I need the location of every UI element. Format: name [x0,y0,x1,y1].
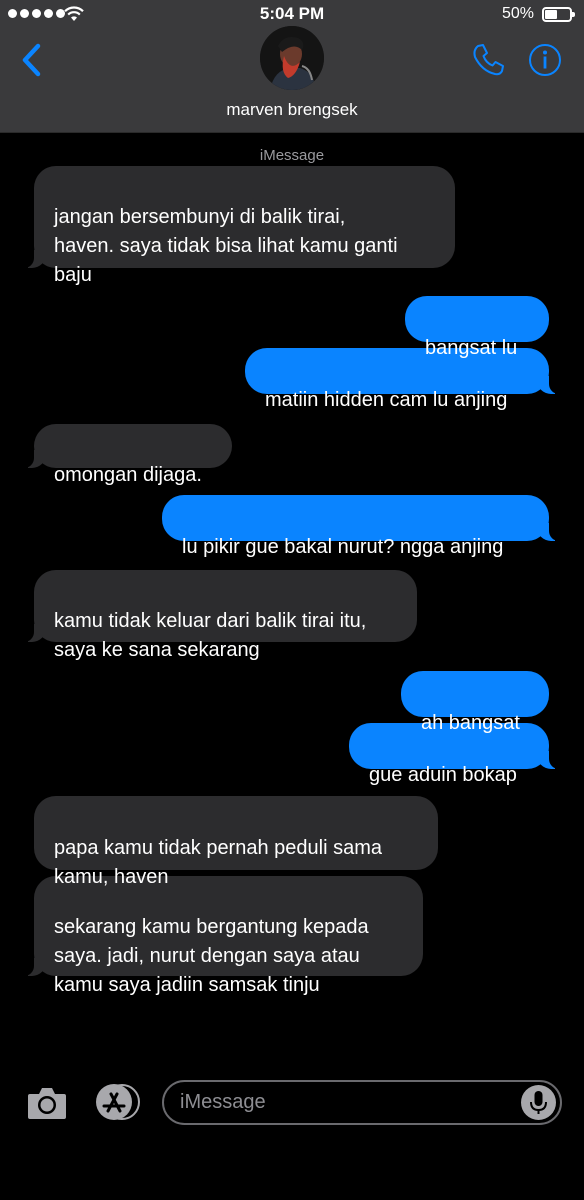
camera-icon[interactable] [26,1083,68,1123]
microphone-icon [530,1091,547,1114]
message-input[interactable] [180,1082,510,1123]
message-bubble-outgoing[interactable]: lu pikir gue bakal nurut? ngga anjing [162,495,561,558]
message-input-box[interactable] [162,1080,562,1125]
message-bubble-incoming[interactable]: omongan dijaga. [22,424,232,486]
message-bubble-incoming[interactable]: papa kamu tidak pernah peduli sama kamu,… [34,796,438,888]
message-text: jangan bersembunyi di balik tirai, haven… [54,206,398,286]
message-text: kamu tidak keluar dari balik tirai itu, … [54,610,367,661]
contact-avatar[interactable] [260,26,324,90]
status-time: 5:04 PM [259,4,325,23]
message-bubble-incoming[interactable]: kamu tidak keluar dari balik tirai itu, … [22,570,417,661]
message-bubble-incoming[interactable]: jangan bersembunyi di balik tirai, haven… [22,166,455,286]
avatar-image [260,26,324,90]
contact-name[interactable]: marven brengsek [0,100,584,120]
message-text: lu pikir gue bakal nurut? ngga anjing [182,536,504,558]
info-icon[interactable] [528,43,562,77]
message-text: gue aduin bokap [369,764,517,786]
microphone-button[interactable] [521,1085,556,1120]
message-bubble-outgoing[interactable]: ah bangsat [401,671,549,734]
message-text: matiin hidden cam lu anjing [265,389,508,411]
message-bubble-outgoing[interactable]: bangsat lu [405,296,549,359]
phone-icon[interactable] [470,42,506,78]
service-label: iMessage [259,147,325,164]
battery-icon [542,7,575,22]
message-text: sekarang kamu bergantung kepada saya. ja… [54,916,369,996]
message-bubble-incoming[interactable]: sekarang kamu bergantung kepada saya. ja… [22,876,423,996]
message-text: ah bangsat [421,712,520,734]
message-text: bangsat lu [425,337,518,359]
message-text: omongan dijaga. [54,464,202,486]
battery-percent: 50% [501,5,534,22]
conversation-header: 5:04 PM 50% marven brengsek [0,0,584,133]
back-chevron-icon[interactable] [18,42,46,78]
app-store-icon[interactable] [92,1083,140,1121]
